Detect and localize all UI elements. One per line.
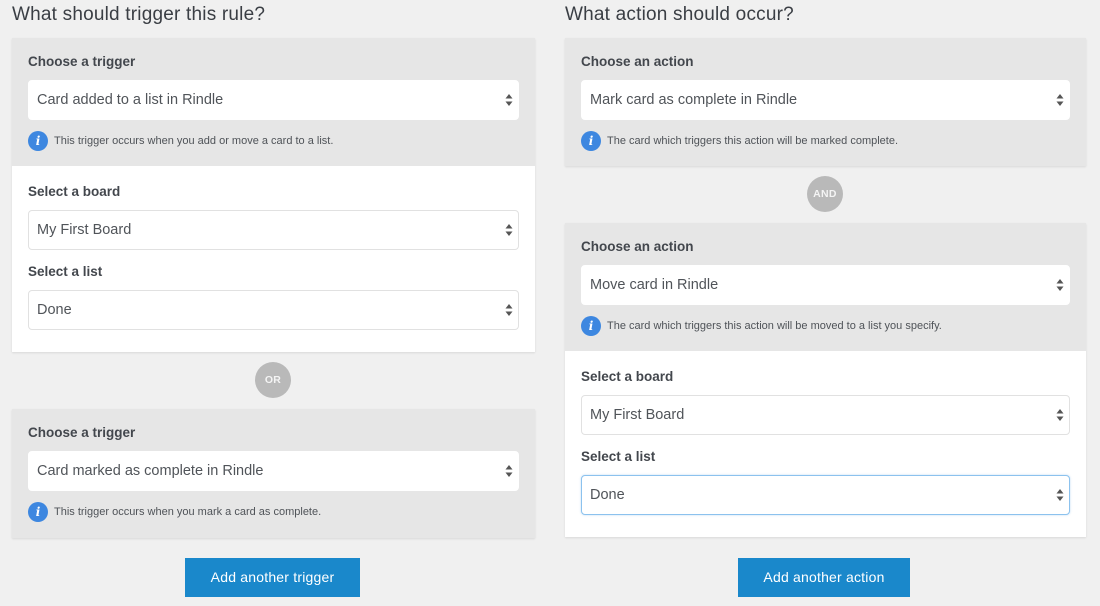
trigger-info-text: This trigger occurs when you mark a card… bbox=[54, 506, 322, 518]
add-action-button[interactable]: Add another action bbox=[738, 558, 910, 597]
info-icon: i bbox=[581, 131, 601, 151]
action-options-section: Select a board My First Board Select a l… bbox=[565, 351, 1086, 537]
trigger-options-section: Select a board My First Board Select a l… bbox=[12, 166, 535, 352]
select-board-label: Select a board bbox=[28, 184, 121, 199]
choose-action-label: Choose an action bbox=[581, 54, 694, 69]
and-connector: AND bbox=[807, 176, 843, 212]
trigger-block-2: Choose a trigger Card marked as complete… bbox=[12, 409, 535, 538]
trigger-select-value: Card marked as complete in Rindle bbox=[37, 463, 264, 479]
trigger-info-text: This trigger occurs when you add or move… bbox=[54, 135, 334, 147]
info-icon: i bbox=[581, 316, 601, 336]
action-block-1: Choose an action Mark card as complete i… bbox=[565, 38, 1086, 166]
list-select[interactable]: Done bbox=[28, 290, 519, 330]
action-choose-section: Choose an action Mark card as complete i… bbox=[565, 38, 1086, 166]
trigger-info: i This trigger occurs when you add or mo… bbox=[28, 130, 519, 152]
select-arrows-icon bbox=[505, 304, 513, 316]
list-select-value: Done bbox=[37, 302, 72, 318]
list-select-value: Done bbox=[590, 487, 625, 503]
add-trigger-button[interactable]: Add another trigger bbox=[185, 558, 360, 597]
select-arrows-icon bbox=[505, 94, 513, 106]
action-info: i The card which triggers this action wi… bbox=[581, 315, 1070, 337]
action-block-2: Choose an action Move card in Rindle i T… bbox=[565, 223, 1086, 537]
select-board-label: Select a board bbox=[581, 369, 674, 384]
info-icon: i bbox=[28, 502, 48, 522]
board-select-value: My First Board bbox=[37, 222, 132, 238]
triggers-title: What should trigger this rule? bbox=[12, 4, 266, 25]
choose-action-label: Choose an action bbox=[581, 239, 694, 254]
trigger-select-value: Card added to a list in Rindle bbox=[37, 92, 224, 108]
action-select-value: Mark card as complete in Rindle bbox=[590, 92, 798, 108]
select-arrows-icon bbox=[505, 465, 513, 477]
select-arrows-icon bbox=[1056, 489, 1064, 501]
board-select[interactable]: My First Board bbox=[581, 395, 1070, 435]
select-arrows-icon bbox=[1056, 279, 1064, 291]
select-list-label: Select a list bbox=[28, 264, 103, 279]
select-list-label: Select a list bbox=[581, 449, 656, 464]
select-arrows-icon bbox=[505, 224, 513, 236]
trigger-select[interactable]: Card added to a list in Rindle bbox=[28, 80, 519, 120]
board-select[interactable]: My First Board bbox=[28, 210, 519, 250]
action-select[interactable]: Mark card as complete in Rindle bbox=[581, 80, 1070, 120]
board-select-value: My First Board bbox=[590, 407, 685, 423]
action-info-text: The card which triggers this action will… bbox=[607, 320, 942, 332]
action-info-text: The card which triggers this action will… bbox=[607, 135, 899, 147]
select-arrows-icon bbox=[1056, 409, 1064, 421]
choose-trigger-label: Choose a trigger bbox=[28, 54, 136, 69]
action-choose-section: Choose an action Move card in Rindle i T… bbox=[565, 223, 1086, 351]
select-arrows-icon bbox=[1056, 94, 1064, 106]
action-select-value: Move card in Rindle bbox=[590, 277, 719, 293]
info-icon: i bbox=[28, 131, 48, 151]
or-connector: OR bbox=[255, 362, 291, 398]
list-select[interactable]: Done bbox=[581, 475, 1070, 515]
trigger-choose-section: Choose a trigger Card added to a list in… bbox=[12, 38, 535, 166]
choose-trigger-label: Choose a trigger bbox=[28, 425, 136, 440]
trigger-select[interactable]: Card marked as complete in Rindle bbox=[28, 451, 519, 491]
trigger-choose-section: Choose a trigger Card marked as complete… bbox=[12, 409, 535, 538]
action-select[interactable]: Move card in Rindle bbox=[581, 265, 1070, 305]
actions-title: What action should occur? bbox=[565, 4, 794, 25]
action-info: i The card which triggers this action wi… bbox=[581, 130, 1070, 152]
trigger-block-1: Choose a trigger Card added to a list in… bbox=[12, 38, 535, 352]
trigger-info: i This trigger occurs when you mark a ca… bbox=[28, 501, 519, 523]
